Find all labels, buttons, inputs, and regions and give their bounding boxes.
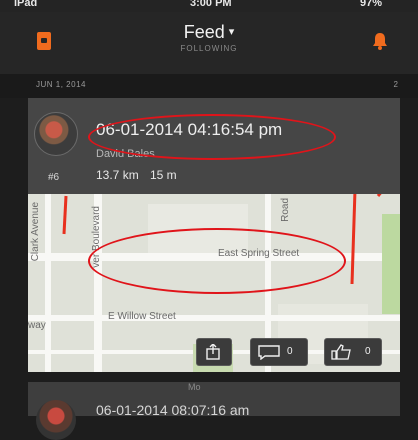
date-label: JUN 1, 2014 [36,80,86,89]
athlete-name[interactable]: David Bales [96,148,155,160]
battery-level: 97% [360,0,383,9]
comment-icon [258,345,280,360]
bell-icon[interactable] [372,32,388,55]
feed-subtitle: FOLLOWING [180,44,238,53]
activity-card-next[interactable]: Mo 06-01-2014 08:07:16 am [28,382,400,440]
street-label: E Willow Street [108,311,176,322]
avatar[interactable] [36,400,76,440]
thumbs-up-icon [331,344,351,360]
kudos-button[interactable]: 0 [324,338,382,366]
feed-title-dropdown[interactable]: Feed ▾ [0,22,418,43]
comment-count: 0 [287,346,293,357]
kudos-count: 0 [365,346,371,357]
elevation-stat: 15 m [150,168,177,182]
comment-button[interactable]: 0 [250,338,308,366]
date-header: JUN 1, 2014 2 [0,74,418,98]
activity-title-partial: Mo [188,382,201,392]
status-bar: iPad 3:00 PM 97% [0,0,418,12]
feed-title: Feed [183,22,225,42]
nav-bar: Feed ▾ FOLLOWING [0,12,418,74]
activity-card[interactable]: #6 06-01-2014 04:16:54 pm David Bales 13… [28,98,400,372]
share-button[interactable] [196,338,232,366]
distance-stat: 13.7 km [96,168,139,182]
street-label: way [28,320,46,331]
chevron-down-icon: ▾ [228,26,235,38]
street-label: Road [280,198,291,222]
avatar[interactable] [34,112,78,156]
street-label: Clark Avenue [30,202,41,262]
activity-time[interactable]: 06-01-2014 04:16:54 pm [96,120,282,140]
activity-count: 2 [393,80,398,89]
clock: 3:00 PM [190,0,232,9]
street-label: ver Boulevard [91,206,102,268]
athlete-rank: #6 [48,172,60,183]
device-label: iPad [14,0,38,9]
street-label: East Spring Street [218,248,300,259]
share-icon [206,344,220,360]
